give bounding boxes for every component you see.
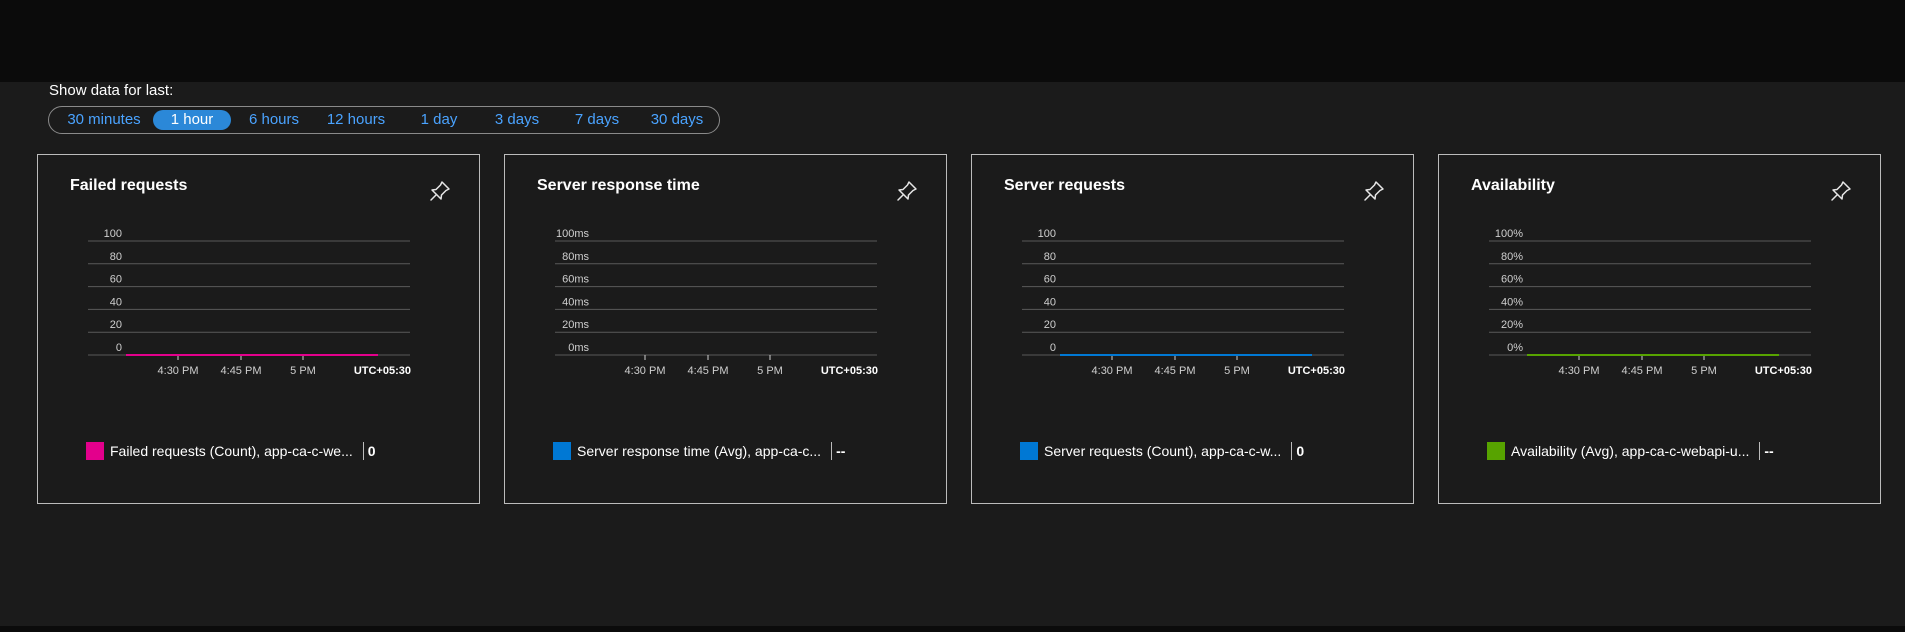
failed-requests-tile[interactable]: Failed requests 100 80 60 40 20 0 4:30 PM 4:45 … bbox=[37, 154, 480, 504]
y-tick-label: 100 bbox=[1038, 228, 1056, 240]
range-option-30-days[interactable]: 30 days bbox=[646, 110, 708, 130]
x-tick-label: 4:30 PM bbox=[158, 365, 199, 377]
timezone-label: UTC+05:30 bbox=[354, 365, 411, 377]
x-tick-label: 4:30 PM bbox=[1092, 365, 1133, 377]
x-tick-label: 5 PM bbox=[290, 365, 316, 377]
range-option-12-hours[interactable]: 12 hours bbox=[321, 110, 391, 130]
time-range-label: Show data for last: bbox=[49, 82, 174, 99]
legend-divider bbox=[362, 442, 364, 460]
chart-legend: Failed requests (Count), app-ca-c-we... … bbox=[86, 442, 376, 460]
legend-swatch bbox=[1487, 442, 1505, 460]
legend-value: 0 bbox=[367, 443, 376, 459]
x-tick-label: 5 PM bbox=[757, 365, 783, 377]
legend-swatch bbox=[1020, 442, 1038, 460]
y-tick-label: 100 bbox=[104, 228, 122, 240]
time-range-selector: 30 minutes 1 hour 6 hours 12 hours 1 day… bbox=[48, 106, 720, 134]
legend-label: Availability (Avg), app-ca-c-webapi-u... bbox=[1511, 443, 1750, 459]
legend-label: Server requests (Count), app-ca-c-w... bbox=[1044, 443, 1282, 459]
range-option-3-days[interactable]: 3 days bbox=[489, 110, 545, 130]
legend-swatch bbox=[86, 442, 104, 460]
y-tick-label: 60 bbox=[110, 274, 122, 286]
x-tick-label: 4:45 PM bbox=[1622, 365, 1663, 377]
timezone-label: UTC+05:30 bbox=[1288, 365, 1345, 377]
legend-divider bbox=[1759, 442, 1761, 460]
x-tick-label: 4:30 PM bbox=[1559, 365, 1600, 377]
y-tick-label: 40% bbox=[1501, 296, 1523, 308]
availability-chart: 100% 80% 60% 40% 20% 0% 4:30 PM 4:45 PM 5 PM UTC+… bbox=[1489, 228, 1812, 377]
server-requests-tile[interactable]: Server requests 100 80 60 40 20 0 4:30 PM 4:45 … bbox=[971, 154, 1414, 504]
range-option-30-minutes[interactable]: 30 minutes bbox=[62, 110, 146, 130]
range-option-1-hour[interactable]: 1 hour bbox=[153, 110, 231, 130]
x-tick-label: 5 PM bbox=[1224, 365, 1250, 377]
y-tick-label: 0ms bbox=[568, 342, 589, 354]
y-tick-label: 100ms bbox=[556, 228, 590, 240]
timezone-label: UTC+05:30 bbox=[1755, 365, 1812, 377]
top-bar bbox=[0, 0, 1905, 82]
legend-value: 0 bbox=[1296, 443, 1305, 459]
x-tick-label: 4:45 PM bbox=[221, 365, 262, 377]
y-tick-label: 40 bbox=[1044, 296, 1056, 308]
x-tick-label: 4:45 PM bbox=[688, 365, 729, 377]
y-tick-label: 80ms bbox=[562, 251, 589, 263]
range-option-1-day[interactable]: 1 day bbox=[414, 110, 464, 130]
failed-requests-chart: 100 80 60 40 20 0 4:30 PM 4:45 PM 5 PM UTC+05:30 bbox=[88, 228, 411, 377]
y-tick-label: 40ms bbox=[562, 296, 589, 308]
x-tick-label: 4:45 PM bbox=[1155, 365, 1196, 377]
server-response-time-chart: 100ms 80ms 60ms 40ms 20ms 0ms 4:30 PM 4:45 PM 5 … bbox=[555, 228, 878, 377]
y-tick-label: 0% bbox=[1507, 342, 1523, 354]
x-tick-label: 5 PM bbox=[1691, 365, 1717, 377]
y-tick-label: 20ms bbox=[562, 319, 589, 331]
legend-label: Failed requests (Count), app-ca-c-we... bbox=[110, 443, 353, 459]
legend-divider bbox=[831, 442, 833, 460]
range-option-7-days[interactable]: 7 days bbox=[569, 110, 625, 130]
availability-tile[interactable]: Availability 100% 80% 60% 40% 20% 0% 4:30 PM 4:… bbox=[1438, 154, 1881, 504]
y-tick-label: 60% bbox=[1501, 274, 1523, 286]
legend-value: -- bbox=[1764, 443, 1774, 459]
y-tick-label: 100% bbox=[1495, 228, 1523, 240]
y-tick-label: 0 bbox=[1050, 342, 1056, 354]
chart-legend: Availability (Avg), app-ca-c-webapi-u...… bbox=[1487, 442, 1774, 460]
server-requests-chart: 100 80 60 40 20 0 4:30 PM 4:45 PM 5 PM UTC+05:30 bbox=[1022, 228, 1345, 377]
chart-legend: Server response time (Avg), app-ca-c... … bbox=[553, 442, 845, 460]
legend-swatch bbox=[553, 442, 571, 460]
y-tick-label: 20% bbox=[1501, 319, 1523, 331]
y-tick-label: 80% bbox=[1501, 251, 1523, 263]
x-tick-label: 4:30 PM bbox=[625, 365, 666, 377]
legend-value: -- bbox=[836, 443, 846, 459]
y-tick-label: 60ms bbox=[562, 274, 589, 286]
range-option-6-hours[interactable]: 6 hours bbox=[244, 110, 304, 130]
y-tick-label: 60 bbox=[1044, 274, 1056, 286]
y-tick-label: 20 bbox=[110, 319, 122, 331]
y-tick-label: 0 bbox=[116, 342, 122, 354]
y-tick-label: 80 bbox=[1044, 251, 1056, 263]
legend-divider bbox=[1291, 442, 1293, 460]
chart-legend: Server requests (Count), app-ca-c-w... 0 bbox=[1020, 442, 1304, 460]
y-tick-label: 40 bbox=[110, 296, 122, 308]
y-tick-label: 80 bbox=[110, 251, 122, 263]
legend-label: Server response time (Avg), app-ca-c... bbox=[577, 443, 822, 459]
timezone-label: UTC+05:30 bbox=[821, 365, 878, 377]
server-response-time-tile[interactable]: Server response time 100ms 80ms 60ms 40ms 20… bbox=[504, 154, 947, 504]
bottom-bar bbox=[0, 626, 1905, 632]
y-tick-label: 20 bbox=[1044, 319, 1056, 331]
